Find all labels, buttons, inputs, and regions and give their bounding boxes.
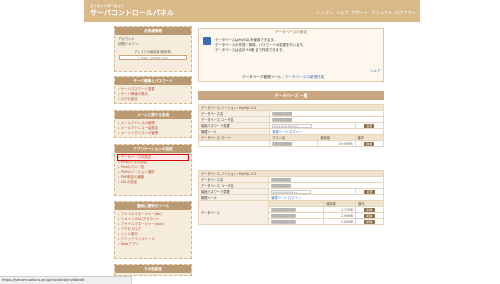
sidebar-other-box: その他設定 (114, 264, 192, 276)
sidebar-account-info: アカウント 初期ドメイン (115, 35, 191, 49)
db-info-line: データベースは合計 50個 まで作成できます。 (215, 47, 286, 52)
sidebar-item-mailing-list[interactable]: メーリングリストの管理 (118, 131, 188, 136)
nav-top[interactable]: トップへ (316, 10, 333, 16)
db2-password-change-button[interactable]: 変更 (364, 189, 375, 194)
db1-password-input[interactable]: •••••••••••••• (272, 123, 313, 128)
browser-status-bar: https://secure.sakura.ad.jp/rscontrol/rs… (0, 276, 132, 284)
disk-usage-value: 1.9GB / 300GB (1%) (119, 55, 187, 60)
logo-title[interactable]: サーバコントロールパネル (90, 8, 174, 18)
nav-manual[interactable]: マニュアル (371, 10, 392, 16)
disk-usage-label: ディスクの使用量(使用率) (134, 50, 172, 54)
nav-logout[interactable]: ログアウト (395, 10, 416, 16)
db-info-body: データベースはMySQLを使用できます。 データベースの作成・削除、パスワードの… (199, 35, 383, 55)
db-list-title: データベース 一覧 (198, 91, 384, 100)
db2-sub-db-delete-button[interactable]: 削除 (364, 219, 375, 224)
sidebar-mail-title: メールに関する設定 (115, 111, 191, 119)
nav-support[interactable]: サポート (351, 10, 368, 16)
sidebar-app-box: アプリケーションの設定 データベースの設定 CGIのパスの設定 Perlのパス一… (114, 144, 192, 196)
db1-delete-button[interactable]: 削除 (364, 141, 375, 146)
db2-sub-db-usage: 3.80MB (323, 218, 356, 225)
db-admin-tool-link[interactable]: データベース管理ツール (242, 75, 281, 79)
db2-sub-db-name: ██████████ (268, 218, 325, 225)
header-nav: トップへ ヘルプ サポート マニュアル ログアウト (316, 10, 416, 16)
sidebar-account-box: お客様情報 アカウント 初期ドメイン ディスクの使用量(使用率) 1.9GB /… (114, 26, 192, 72)
sidebar-mail-box: メールに関する設定 メールアドレスの管理 メールアドレス一括設定 メーリングリス… (114, 110, 192, 138)
sidebar-item-webapp[interactable]: Webアプリ (118, 242, 188, 247)
database-table-2: データベース バージョン: MySQL 5.5 データベース名 ████████ … (197, 170, 384, 225)
sidebar-tools-title: 運用に便利なツール (115, 202, 191, 210)
sidebar-account-title: お客様情報 (115, 27, 191, 35)
sidebar-server-box: サーバ情報とパスワード サーバパスワード変更 サーバ情報の表示 ログの設定 (114, 76, 192, 104)
db-top-links: データベース管理ツール | データベースの新規作成 (242, 75, 325, 79)
help-link[interactable]: ヘルプ (370, 68, 380, 73)
db2-database-group-label: データベース (197, 200, 270, 225)
db-create-link[interactable]: データベースの新規作成 (285, 75, 324, 79)
db1-host-value: ████████ (269, 140, 319, 147)
sidebar-item-log-settings[interactable]: ログの設定 (118, 97, 188, 102)
sidebar-tools-box: 運用に便利なツール ファイルマネージャー(ftp) ドメイン/SSL/アカウント… (114, 201, 192, 259)
sidebar-other-title: その他設定 (115, 265, 191, 273)
db2-password-input[interactable]: •••••••••••••• (271, 189, 312, 194)
nav-help[interactable]: ヘルプ (336, 10, 349, 16)
sidebar-server-title: サーバ情報とパスワード (115, 77, 191, 85)
database-table-1: データベース バージョン: MySQL 5.5 データベース名 ████████ … (197, 104, 385, 147)
sidebar-app-title: アプリケーションの設定 (115, 145, 191, 153)
db2-sub-db-delete-button[interactable]: 削除 (364, 207, 375, 212)
db2-sub-db-delete-button[interactable]: 削除 (364, 213, 375, 218)
db1-password-change-button[interactable]: 変更 (364, 123, 375, 128)
info-icon (203, 37, 211, 45)
db1-usage-value: 29.99MB (317, 140, 356, 147)
db-info-box: データベースの設定 データベースはMySQLを使用できます。 データベースの作成… (198, 28, 384, 82)
sidebar-item-ssl[interactable]: SSLの設定 (118, 180, 188, 185)
domain-row: 初期ドメイン (118, 42, 139, 46)
